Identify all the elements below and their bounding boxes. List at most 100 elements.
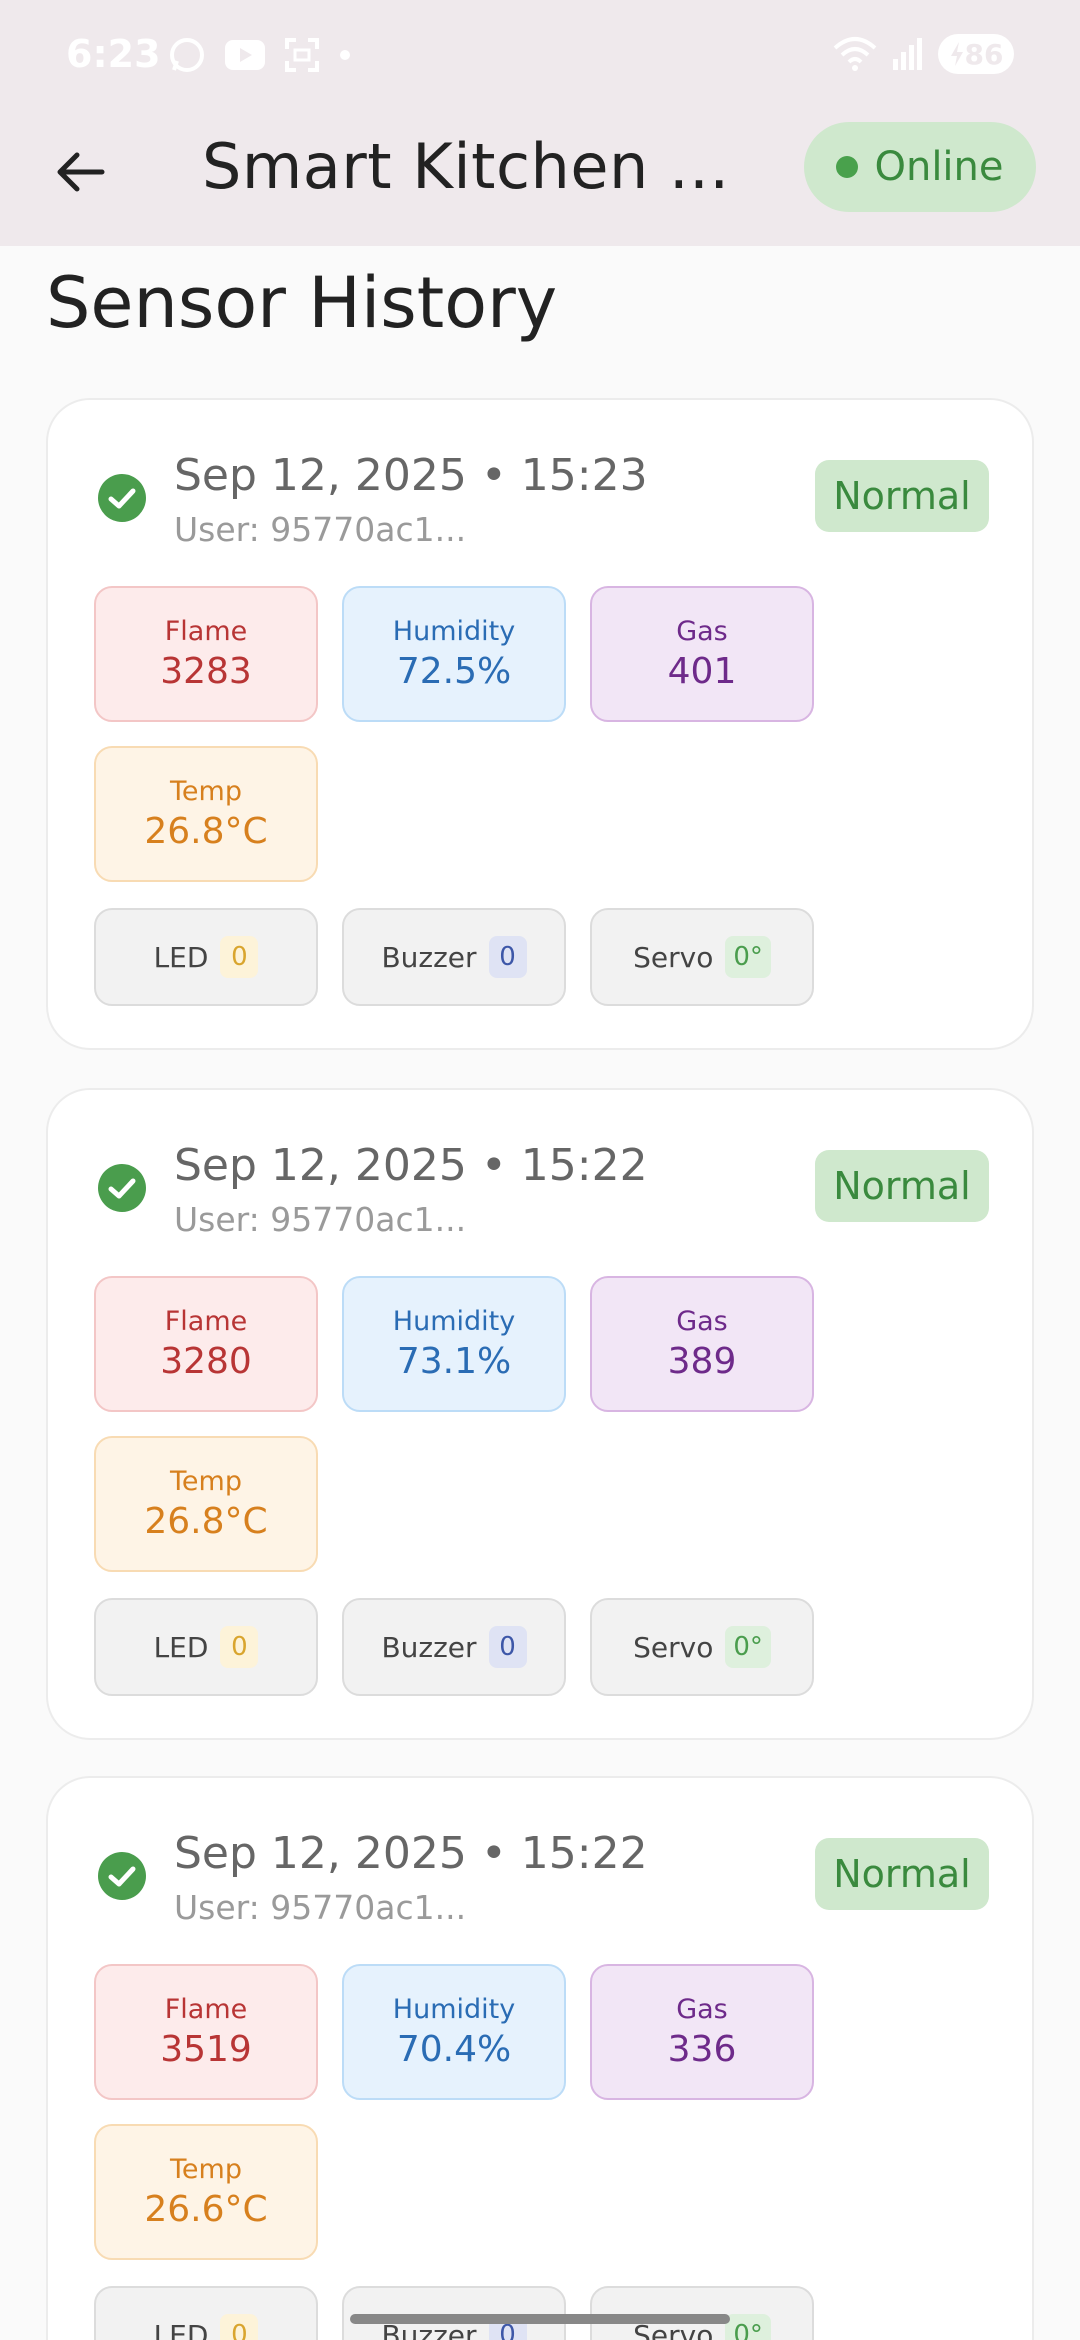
humidity-tile: Humidity 73.1% [342, 1276, 566, 1412]
temp-value: 26.6°C [144, 2189, 268, 2230]
temp-tile: Temp 26.8°C [94, 746, 318, 882]
record-datetime: Sep 12, 2025 • 15:23 [174, 450, 648, 501]
temp-value: 26.8°C [144, 811, 268, 852]
gas-tile: Gas 401 [590, 586, 814, 722]
buzzer-value: 0 [488, 1626, 527, 1668]
led-label: LED [153, 2318, 209, 2340]
flame-label: Flame [164, 1994, 248, 2025]
led-label: LED [153, 940, 209, 974]
card-header: Sep 12, 2025 • 15:23 User: 95770ac1... N… [48, 400, 1032, 580]
led-pill: LED 0 [94, 908, 318, 1006]
dot-icon [340, 50, 350, 60]
record-user: User: 95770ac1... [174, 510, 467, 549]
check-circle-icon [98, 474, 146, 522]
temp-tile: Temp 26.8°C [94, 1436, 318, 1572]
gas-value: 389 [667, 1341, 737, 1382]
battery-level: 86 [964, 37, 1004, 71]
humidity-tile: Humidity 70.4% [342, 1964, 566, 2100]
humidity-label: Humidity [392, 1994, 516, 2025]
flame-tile: Flame 3283 [94, 586, 318, 722]
card-header: Sep 12, 2025 • 15:22 User: 95770ac1... N… [48, 1778, 1032, 1958]
led-value: 0 [220, 936, 259, 978]
record-user: User: 95770ac1... [174, 1888, 467, 1927]
led-value: 0 [220, 1626, 259, 1668]
gas-value: 401 [667, 651, 737, 692]
buzzer-pill: Buzzer 0 [342, 908, 566, 1006]
section-title: Sensor History [46, 262, 558, 344]
flame-value: 3283 [160, 651, 252, 692]
humidity-tile: Humidity 72.5% [342, 586, 566, 722]
buzzer-pill: Buzzer 0 [342, 2286, 566, 2340]
led-pill: LED 0 [94, 2286, 318, 2340]
gas-tile: Gas 336 [590, 1964, 814, 2100]
online-status-chip: Online [804, 122, 1036, 212]
gas-value: 336 [667, 2029, 737, 2070]
page-title: Smart Kitchen ... [202, 130, 730, 203]
servo-value: 0° [725, 2314, 771, 2340]
history-card: Sep 12, 2025 • 15:23 User: 95770ac1... N… [46, 398, 1034, 1050]
record-datetime: Sep 12, 2025 • 15:22 [174, 1828, 648, 1879]
temp-label: Temp [170, 776, 242, 807]
card-header: Sep 12, 2025 • 15:22 User: 95770ac1... N… [48, 1090, 1032, 1270]
status-dot-icon [836, 156, 859, 178]
servo-label: Servo [633, 940, 714, 974]
servo-value: 0° [725, 936, 771, 978]
gas-label: Gas [676, 1306, 728, 1337]
check-circle-icon [98, 1852, 146, 1900]
gas-label: Gas [676, 616, 728, 647]
flame-label: Flame [164, 1306, 248, 1337]
record-user: User: 95770ac1... [174, 1200, 467, 1239]
servo-pill: Servo 0° [590, 908, 814, 1006]
led-value: 0 [220, 2314, 259, 2340]
temp-value: 26.8°C [144, 1501, 268, 1542]
humidity-label: Humidity [392, 616, 516, 647]
temp-label: Temp [170, 2154, 242, 2185]
notification-icons [168, 36, 352, 74]
servo-value: 0° [725, 1626, 771, 1668]
flame-tile: Flame 3280 [94, 1276, 318, 1412]
status-badge: Normal [815, 460, 989, 532]
flame-value: 3280 [160, 1341, 252, 1382]
top-bar: 6:23 86 Smart Kitchen ... Online [0, 0, 1080, 246]
humidity-value: 70.4% [396, 2029, 512, 2070]
servo-pill: Servo 0° [590, 2286, 814, 2340]
check-circle-icon [98, 1164, 146, 1212]
back-button[interactable] [40, 132, 120, 212]
gas-label: Gas [676, 1994, 728, 2025]
humidity-value: 73.1% [396, 1341, 512, 1382]
app-bar: Smart Kitchen ... Online [0, 110, 1080, 246]
status-bar: 6:23 86 [0, 0, 1080, 110]
servo-pill: Servo 0° [590, 1598, 814, 1696]
history-card: Sep 12, 2025 • 15:22 User: 95770ac1... N… [46, 1776, 1034, 2340]
temp-label: Temp [170, 1466, 242, 1497]
status-badge: Normal [815, 1150, 989, 1222]
humidity-label: Humidity [392, 1306, 516, 1337]
history-card: Sep 12, 2025 • 15:22 User: 95770ac1... N… [46, 1088, 1034, 1740]
flame-label: Flame [164, 616, 248, 647]
temp-tile: Temp 26.6°C [94, 2124, 318, 2260]
humidity-value: 72.5% [396, 651, 512, 692]
buzzer-label: Buzzer [381, 940, 477, 974]
led-pill: LED 0 [94, 1598, 318, 1696]
arrow-left-icon [57, 152, 105, 192]
flame-tile: Flame 3519 [94, 1964, 318, 2100]
buzzer-label: Buzzer [381, 1630, 477, 1664]
signal-icon [893, 38, 922, 70]
whatsapp-icon [170, 38, 204, 72]
buzzer-pill: Buzzer 0 [342, 1598, 566, 1696]
buzzer-value: 0 [488, 936, 527, 978]
status-time: 6:23 [66, 32, 161, 76]
servo-label: Servo [633, 1630, 714, 1664]
led-label: LED [153, 1630, 209, 1664]
system-icons: 86 [832, 34, 1014, 74]
screenshot-icon [285, 38, 319, 72]
status-badge: Normal [815, 1838, 989, 1910]
record-datetime: Sep 12, 2025 • 15:22 [174, 1140, 648, 1191]
flame-value: 3519 [160, 2029, 252, 2070]
online-status-label: Online [874, 144, 1004, 190]
wifi-icon [833, 37, 877, 71]
charging-icon [950, 42, 963, 66]
home-indicator[interactable] [350, 2314, 730, 2324]
youtube-icon [225, 40, 265, 70]
gas-tile: Gas 389 [590, 1276, 814, 1412]
